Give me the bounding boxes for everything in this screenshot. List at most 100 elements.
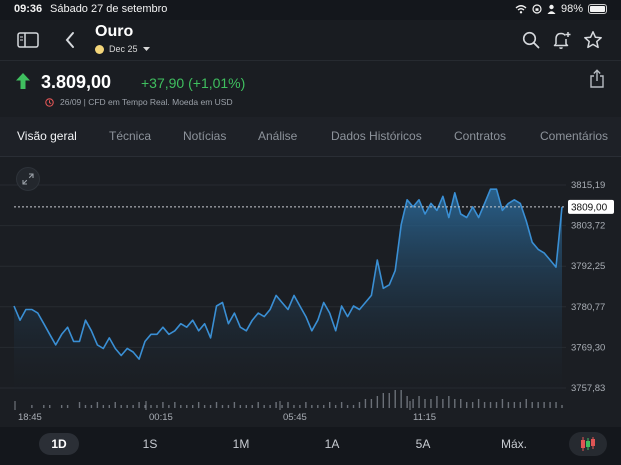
volume-bar (191, 405, 194, 408)
last-price: 3.809,00 (41, 72, 112, 92)
volume-bar (90, 405, 93, 408)
volume-bar (376, 396, 379, 408)
volume-bar (126, 405, 128, 408)
volume-bar (245, 405, 248, 408)
volume-bar (406, 396, 408, 408)
person-icon (547, 4, 556, 14)
share-icon[interactable] (589, 69, 605, 89)
status-date: Sábado 27 de setembro (50, 3, 168, 15)
volume-bar (507, 402, 510, 408)
status-time: 09:36 (14, 3, 43, 15)
tab-comentarios[interactable]: Comentários (540, 129, 608, 143)
volume-bar (84, 405, 87, 408)
volume-bar (346, 405, 349, 408)
volume-bar (555, 402, 557, 408)
volume-bar (477, 399, 480, 408)
contract-label: Dec 25 (109, 44, 138, 54)
quote-info: 26/09 | CFD em Tempo Real. Moeda em USD (45, 97, 233, 107)
volume-bar (120, 405, 122, 408)
period-1s[interactable]: 1S (130, 433, 170, 455)
volume-bar (448, 396, 450, 408)
tab-dados-historicos[interactable]: Dados Históricos (331, 129, 422, 143)
volume-bar (412, 399, 414, 408)
search-icon[interactable] (519, 28, 543, 52)
volume-bar (174, 402, 176, 408)
volume-bar (430, 399, 432, 408)
y-tick-label: 3815,19 (571, 180, 605, 191)
period-1m[interactable]: 1M (221, 433, 261, 455)
contract-dot-icon (95, 44, 104, 54)
volume-bar (138, 402, 140, 408)
page-title: Ouro (95, 23, 134, 40)
clock-icon (45, 97, 54, 107)
volume-bar (114, 402, 116, 408)
x-tick-label: 11:15 (413, 412, 436, 423)
tab-contratos[interactable]: Contratos (454, 129, 506, 143)
volume-bar (519, 402, 522, 408)
period-selector: 1D 1S 1M 1A 5A Máx. (0, 427, 621, 465)
volume-bar (287, 402, 289, 408)
volume-bar (418, 396, 420, 408)
tab-noticias[interactable]: Notícias (183, 129, 226, 143)
volume-bar (43, 405, 45, 408)
caret-down-icon (142, 46, 150, 51)
volume-bar (394, 390, 396, 408)
volume-bar (311, 405, 313, 408)
volume-bar (436, 396, 438, 408)
volume-bar (483, 402, 486, 408)
volume-bar (352, 405, 355, 408)
volume-bar (471, 402, 474, 408)
y-tick-label: 3803,72 (571, 221, 605, 232)
volume-bar (78, 402, 81, 408)
tab-visao-geral[interactable]: Visão geral (17, 129, 77, 143)
period-5a[interactable]: 5A (403, 433, 443, 455)
volume-bar (370, 399, 373, 408)
volume-bar (442, 399, 444, 408)
volume-bar (156, 405, 158, 408)
volume-bar (454, 399, 456, 408)
price-chart[interactable]: 3815,19 3803,72 3792,25 3780,77 3769,30 3757,… (0, 157, 621, 427)
tab-tecnica[interactable]: Técnica (109, 129, 151, 143)
quote-panel: 3.809,00 +37,90 (+1,01%) 26/09 | CFD em … (0, 60, 621, 117)
chart-canvas[interactable]: 3815,19 3803,72 3792,25 3780,77 3769,30 3757,… (0, 157, 621, 427)
chevron-left-icon[interactable] (58, 28, 82, 52)
section-tabs: Visão geral Técnica Notícias Análise Dad… (0, 117, 621, 157)
volume-bar (525, 399, 527, 408)
volume-bar (162, 402, 164, 408)
volume-bar (209, 405, 212, 408)
quote-info-text: 26/09 | CFD em Tempo Real. Moeda em USD (60, 97, 233, 107)
volume-bar (501, 399, 504, 408)
volume-bar (132, 405, 134, 408)
candlestick-icon[interactable] (569, 432, 607, 456)
status-bar: 09:36 Sábado 27 de setembro 98% (0, 0, 621, 20)
volume-bar (150, 405, 152, 408)
volume-bar (495, 402, 498, 408)
battery-percent: 98% (560, 3, 583, 15)
volume-bar (263, 405, 265, 408)
volume-bar (364, 399, 367, 408)
volume-bar (334, 405, 337, 408)
volume-bar (233, 402, 236, 408)
period-max[interactable]: Máx. (494, 433, 534, 455)
expand-icon[interactable] (16, 167, 40, 191)
star-icon[interactable] (581, 28, 605, 52)
y-tick-label: 3769,30 (571, 342, 605, 353)
volume-bar (251, 405, 253, 408)
volume-bar (489, 402, 492, 408)
sidebar-icon[interactable] (16, 28, 40, 52)
volume-bar (66, 405, 69, 408)
volume-bar (227, 405, 230, 408)
volume-bar (299, 405, 301, 408)
contract-selector[interactable]: Dec 25 (95, 44, 150, 54)
y-tick-label: 3757,83 (571, 383, 605, 394)
bell-plus-icon[interactable] (550, 28, 574, 52)
volume-bar (382, 393, 385, 408)
volume-bar (317, 405, 319, 408)
period-1d[interactable]: 1D (39, 433, 79, 455)
period-1a[interactable]: 1A (312, 433, 352, 455)
price-area (14, 189, 562, 396)
volume-bar (513, 402, 516, 408)
tab-analise[interactable]: Análise (258, 129, 297, 143)
volume-bar (358, 402, 361, 408)
volume-bar (108, 405, 111, 408)
